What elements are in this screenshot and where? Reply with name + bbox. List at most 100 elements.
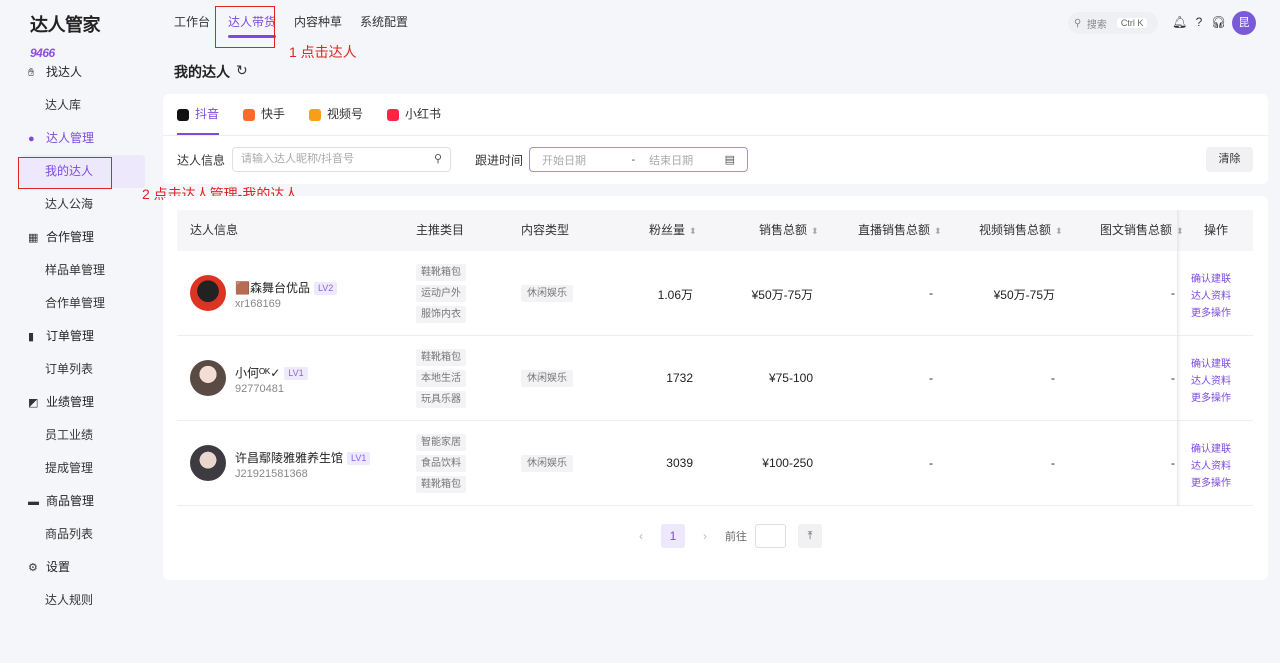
sidebar-group-performance[interactable]: ◩ 业绩管理 [0,386,160,419]
profile-link[interactable]: 达人资料 [1191,373,1251,390]
confirm-contact-link[interactable]: 确认建联 [1191,356,1251,373]
profile-link[interactable]: 达人资料 [1191,288,1251,305]
category-tag: 运动户外 [416,285,466,302]
back-to-top-icon[interactable]: ⤒ [798,524,822,548]
top-bar: 9466 达人管家 工作台 达人带货 内容种草 系统配置 ⚲ 搜索 Ctrl K … [0,0,1280,60]
tab-xiaohongshu[interactable]: 小红书 [387,94,441,135]
total-sales: ¥75-100 [768,371,813,385]
sidebar-item-order-list[interactable]: 订单列表 [0,353,160,386]
tab-douyin[interactable]: 抖音 [177,94,220,135]
app-logo[interactable]: 9466 达人管家 [30,11,101,60]
live-sales: - [929,371,933,385]
douyin-icon [177,108,189,121]
tab-kuaishou[interactable]: 快手 [243,94,285,135]
goto-page-input[interactable] [755,524,786,548]
help-icon[interactable]: ? [1192,15,1206,29]
nav-content-seeding[interactable]: 内容种草 [294,0,342,46]
influencer-search-placeholder: 请输入达人昵称/抖音号 [241,153,355,165]
level-badge: LV1 [347,452,371,466]
sidebar-item-samples[interactable]: 样品单管理 [0,254,160,287]
influencer-avatar[interactable] [190,275,226,311]
row-actions: 确认建联 达人资料 更多操作 [1191,356,1251,407]
sidebar-group-find[interactable]: ✋︎ 找达人 [0,56,160,89]
bell-icon[interactable]: 🔔︎ [1172,15,1187,29]
main-nav: 工作台 达人带货 内容种草 系统配置 [174,0,426,46]
level-badge: LV1 [284,367,308,381]
annotation-box-sidebar [18,157,112,189]
end-date-input[interactable]: 结束日期 [649,152,724,168]
pagination: ‹ 1 › 前往 ⤒ [629,524,822,548]
sidebar-group-manage[interactable]: ● 达人管理 [0,122,160,155]
video-sales: - [1051,456,1055,470]
more-actions-link[interactable]: 更多操作 [1191,475,1251,492]
total-sales: ¥50万-75万 [751,288,813,302]
influencer-name[interactable]: 小何ᴼᴷ✓ LV1 [235,364,308,381]
more-actions-link[interactable]: 更多操作 [1191,305,1251,322]
next-page-icon[interactable]: › [693,529,717,543]
col-live-sales[interactable]: 直播销售总额 ⬍ [858,210,942,251]
nav-system-config[interactable]: 系统配置 [360,0,408,46]
table-row: 小何ᴼᴷ✓ LV1 92770481 鞋靴箱包 本地生活 玩具乐器 休闲娱乐 17… [177,336,1253,421]
influencer-name[interactable]: 🟫森舞台优品 LV2 [235,279,338,296]
prev-page-icon[interactable]: ‹ [629,529,653,543]
influencer-name[interactable]: 许昌鄢陵雅雅养生馆 LV1 [235,449,371,466]
sidebar-item-library[interactable]: 达人库 [0,89,160,122]
fans-count: 1732 [666,371,693,385]
profile-link[interactable]: 达人资料 [1191,458,1251,475]
sidebar-group-orders[interactable]: ▮ 订单管理 [0,320,160,353]
confirm-contact-link[interactable]: 确认建联 [1191,271,1251,288]
sidebar-group-cooperation[interactable]: ▦ 合作管理 [0,221,160,254]
sidebar-group-products[interactable]: ▬ 商品管理 [0,485,160,518]
col-content-type: 内容类型 [521,223,570,237]
info-filter-label: 达人信息 [177,153,226,168]
table-header: 达人信息 主推类目 内容类型 粉丝量 ⬍ 销售总额 ⬍ 直播销售总额 ⬍ 视频销售总额… [177,210,1253,251]
col-actions: 操作 [1204,223,1229,237]
sidebar: ✋︎ 找达人 达人库 ● 达人管理 我的达人 达人公海 ▦ 合作管理 样品单管理 合作… [0,56,160,617]
user-avatar[interactable]: 昆 [1232,11,1256,35]
influencer-id: xr168169 [235,298,281,310]
sidebar-group-settings[interactable]: ⚙ 设置 [0,551,160,584]
sidebar-item-product-list[interactable]: 商品列表 [0,518,160,551]
row-actions: 确认建联 达人资料 更多操作 [1191,441,1251,492]
sidebar-item-public-pool[interactable]: 达人公海 [0,188,160,221]
col-category: 主推类目 [416,223,465,237]
category-tag: 鞋靴箱包 [416,264,466,281]
sidebar-item-commission[interactable]: 提成管理 [0,452,160,485]
sort-icon: ⬍ [689,226,697,236]
sidebar-item-coop-orders[interactable]: 合作单管理 [0,287,160,320]
sidebar-item-rules[interactable]: 达人规则 [0,584,160,617]
page-number[interactable]: 1 [661,524,685,548]
text-sales: - [1171,286,1175,300]
channels-icon [309,108,322,121]
row-actions: 确认建联 达人资料 更多操作 [1191,271,1251,322]
influencer-avatar[interactable] [190,360,226,396]
search-icon[interactable]: ⚲ [434,148,442,171]
text-sales: - [1171,371,1175,385]
global-search[interactable]: ⚲ 搜索 Ctrl K [1068,12,1158,34]
col-fans[interactable]: 粉丝量 ⬍ [649,210,697,251]
start-date-input[interactable]: 开始日期 [542,152,617,168]
gear-icon: ⚙ [28,562,38,574]
box-icon: ▬ [28,496,39,508]
clear-button[interactable]: 清除 [1206,147,1253,172]
refresh-icon[interactable]: ↻ [236,62,248,79]
nav-workbench[interactable]: 工作台 [174,0,210,46]
more-actions-link[interactable]: 更多操作 [1191,390,1251,407]
col-video-sales[interactable]: 视频销售总额 ⬍ [979,210,1063,251]
total-sales: ¥100-250 [762,456,813,470]
user-icon: ● [28,133,35,145]
date-range-picker[interactable]: 开始日期 - 结束日期 ▤ [529,147,748,172]
grid-icon: ▦ [28,232,39,244]
influencer-table-card: 达人信息 主推类目 内容类型 粉丝量 ⬍ 销售总额 ⬍ 直播销售总额 ⬍ 视频销售总额… [163,196,1268,580]
headset-icon[interactable]: 🎧︎ [1211,15,1226,29]
tab-channels[interactable]: 视频号 [309,94,363,135]
influencer-search-input[interactable]: 请输入达人昵称/抖音号 ⚲ [232,147,451,172]
col-text-sales[interactable]: 图文销售总额⬍ [1100,210,1184,251]
category-tag: 玩具乐器 [416,391,466,408]
col-sales[interactable]: 销售总额 ⬍ [759,210,819,251]
sidebar-item-staff-perf[interactable]: 员工业绩 [0,419,160,452]
filter-card: 抖音 快手 视频号 小红书 达人信息 请输入达人昵称/抖音号 ⚲ 跟进时间 开始… [163,94,1268,184]
influencer-avatar[interactable] [190,445,226,481]
confirm-contact-link[interactable]: 确认建联 [1191,441,1251,458]
search-icon: ⚲ [1074,17,1082,29]
